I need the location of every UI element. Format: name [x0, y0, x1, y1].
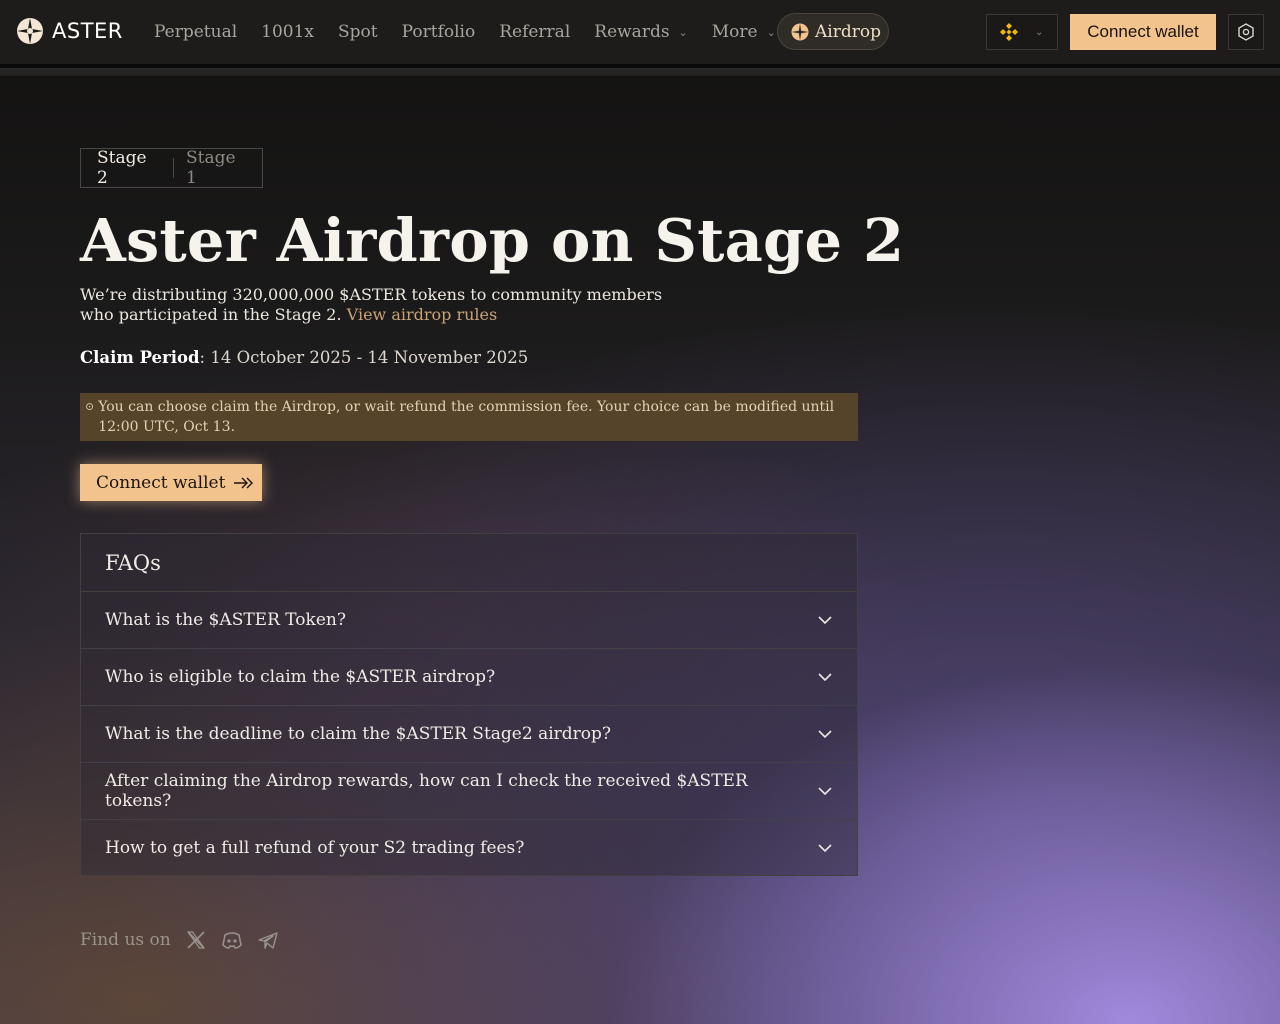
faq-item[interactable]: Who is eligible to claim the $ASTER aird… [81, 649, 857, 706]
airdrop-nav-button[interactable]: Airdrop [777, 13, 889, 50]
nav-spot[interactable]: Spot [338, 22, 378, 42]
nav-label: Perpetual [154, 22, 238, 42]
description-line-1: We’re distributing 320,000,000 $ASTER to… [80, 285, 663, 304]
notice-text: You can choose claim the Airdrop, or wai… [98, 399, 835, 435]
faq-question: How to get a full refund of your S2 trad… [105, 838, 525, 858]
chevron-down-icon [818, 673, 832, 682]
view-airdrop-rules-link[interactable]: View airdrop rules [347, 305, 498, 324]
nav-label: Rewards [594, 22, 670, 42]
airdrop-description: We’re distributing 320,000,000 $ASTER to… [80, 285, 700, 325]
faq-item[interactable]: What is the $ASTER Token? [81, 592, 857, 649]
faq-item[interactable]: How to get a full refund of your S2 trad… [81, 820, 857, 876]
nav-rewards-dropdown[interactable]: Rewards ⌄ [594, 22, 688, 42]
chevron-down-icon [818, 616, 832, 625]
refund-notice-banner: ⊙ You can choose claim the Airdrop, or w… [80, 393, 858, 441]
stage-tabs: Stage 2 Stage 1 [80, 148, 263, 188]
chevron-down-icon: ⌄ [678, 25, 688, 39]
claim-period-value: : 14 October 2025 - 14 November 2025 [199, 348, 529, 367]
aster-logo-icon [17, 18, 43, 44]
logo-text: ASTER [52, 19, 123, 43]
chevron-down-icon: ⌄ [1035, 26, 1044, 38]
faq-question: Who is eligible to claim the $ASTER aird… [105, 667, 496, 687]
nav-label: Portfolio [401, 22, 476, 42]
find-us-label: Find us on [80, 930, 171, 950]
connect-wallet-button[interactable]: Connect wallet [80, 464, 262, 501]
telegram-icon[interactable] [257, 929, 279, 951]
chevron-down-icon [818, 787, 832, 796]
discord-icon[interactable] [221, 929, 243, 951]
description-line-2: who participated in the Stage 2. [80, 305, 342, 324]
airdrop-label: Airdrop [815, 21, 881, 42]
aster-airdrop-icon [791, 23, 809, 40]
nav-label: Spot [338, 22, 378, 42]
chain-selector[interactable]: ⌄ [986, 14, 1058, 50]
faq-panel: FAQs What is the $ASTER Token? Who is el… [80, 533, 858, 876]
top-navbar: ASTER Perpetual 1001x Spot Portfolio Ref… [0, 0, 1280, 64]
nav-label: 1001x [261, 22, 315, 42]
nav-1001x[interactable]: 1001x [261, 22, 314, 42]
faq-question: After claiming the Airdrop rewards, how … [105, 771, 748, 811]
social-footer: Find us on [80, 929, 293, 951]
settings-button[interactable] [1228, 14, 1264, 50]
settings-icon [1238, 23, 1254, 41]
chevron-down-icon [818, 844, 832, 853]
x-icon[interactable] [185, 929, 207, 951]
faq-title: FAQs [81, 534, 857, 592]
faq-item[interactable]: What is the deadline to claim the $ASTER… [81, 706, 857, 763]
nav-portfolio[interactable]: Portfolio [402, 22, 476, 42]
tab-stage-2[interactable]: Stage 2 [81, 148, 173, 188]
faq-question: What is the $ASTER Token? [105, 610, 346, 630]
double-arrow-right-icon [234, 477, 254, 488]
nav-label: More [711, 22, 758, 42]
nav-more-dropdown[interactable]: More ⌄ [712, 22, 776, 42]
tab-stage-1[interactable]: Stage 1 [174, 148, 262, 188]
faq-item[interactable]: After claiming the Airdrop rewards, how … [81, 763, 857, 820]
nav-referral[interactable]: Referral [499, 22, 570, 42]
bnb-chain-icon [1000, 23, 1018, 41]
claim-period: Claim Period: 14 October 2025 - 14 Novem… [80, 348, 528, 367]
header-divider [0, 64, 1280, 76]
nav-label: Referral [499, 22, 571, 42]
info-icon: ⊙ [85, 400, 95, 413]
main-nav: Perpetual 1001x Spot Portfolio Referral … [154, 0, 800, 64]
nav-perpetual[interactable]: Perpetual [154, 22, 237, 42]
aster-logo[interactable]: ASTER [16, 17, 123, 45]
chevron-down-icon [818, 730, 832, 739]
chevron-down-icon: ⌄ [766, 25, 776, 39]
connect-wallet-label: Connect wallet [96, 472, 226, 493]
page-title: Aster Airdrop on Stage 2 [80, 206, 905, 275]
faq-question: What is the deadline to claim the $ASTER… [105, 724, 612, 744]
header-connect-wallet-button[interactable]: Connect wallet [1070, 14, 1216, 50]
claim-period-label: Claim Period [80, 348, 200, 367]
